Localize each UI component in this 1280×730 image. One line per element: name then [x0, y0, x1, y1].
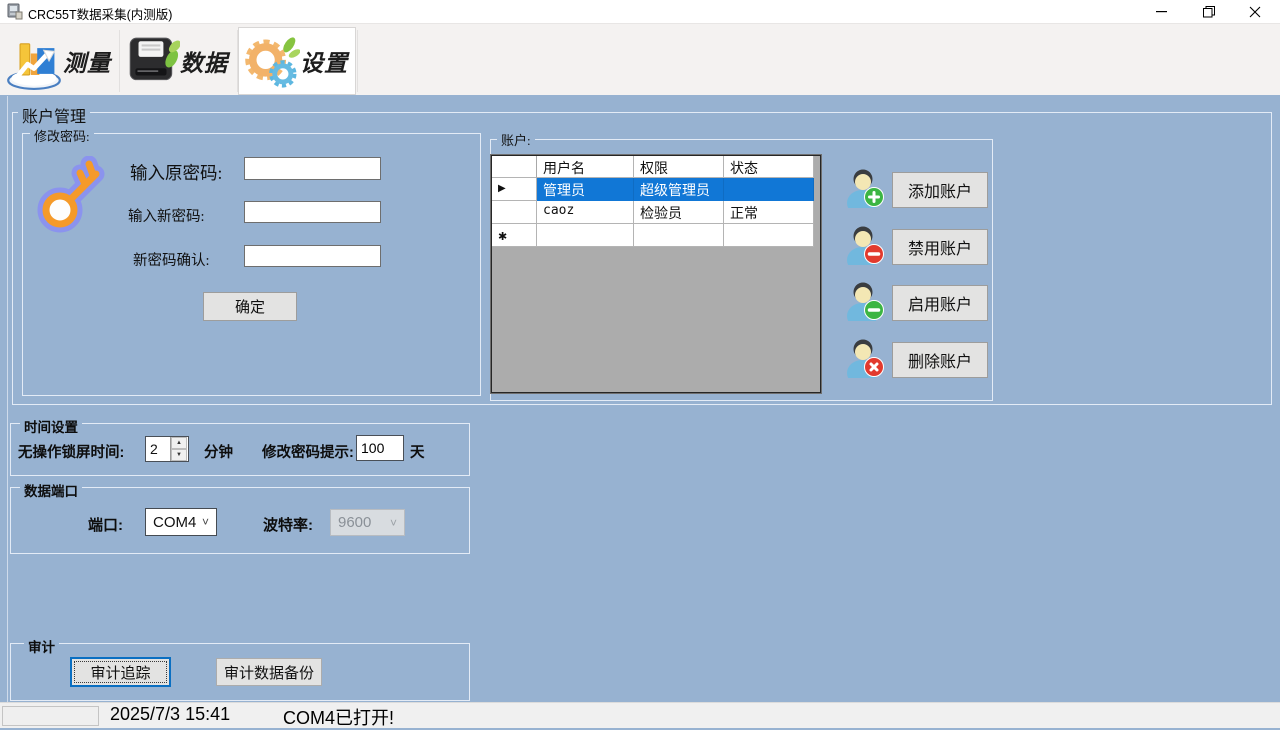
grid-cell-status[interactable]: 正常 — [724, 201, 814, 224]
toolbar-button-data[interactable]: 数据 — [121, 27, 238, 95]
enable-account-label: 启用账户 — [908, 291, 972, 315]
baud-label: 波特率: — [263, 514, 313, 535]
password-hint-field[interactable] — [356, 435, 404, 461]
grid-cell-role[interactable] — [634, 224, 724, 247]
toolbar-separator — [357, 30, 358, 92]
new-password-label: 输入新密码: — [128, 205, 205, 226]
close-icon — [1249, 6, 1261, 18]
port-label: 端口: — [88, 514, 123, 535]
audit-backup-button[interactable]: 审计数据备份 — [216, 658, 322, 686]
minimize-icon — [1156, 6, 1167, 17]
title-bar: CRC55T数据采集(内测版) — [0, 0, 1280, 23]
toolbar-label-settings: 设置 — [300, 44, 348, 78]
user-delete-icon — [846, 337, 884, 378]
group-title-accounts: 账户: — [497, 130, 535, 149]
port-value: COM4 — [153, 514, 196, 531]
grid-new-row[interactable]: ✱ — [492, 224, 820, 247]
grid-cell-status[interactable] — [724, 224, 814, 247]
lock-time-spinner[interactable]: 2 ▲ ▼ — [145, 436, 189, 462]
add-account-button[interactable]: 添加账户 — [892, 172, 988, 208]
key-icon — [36, 156, 108, 234]
status-bar: 2025/7/3 15:41 COM4已打开! — [0, 702, 1280, 728]
maximize-button[interactable] — [1186, 0, 1232, 23]
toolbar-button-settings[interactable]: 设置 — [238, 27, 356, 95]
old-password-label: 输入原密码: — [130, 160, 222, 185]
audit-backup-label: 审计数据备份 — [224, 662, 314, 683]
grid-cell-username[interactable]: caoz — [537, 201, 634, 224]
group-title-time-settings: 时间设置 — [20, 416, 82, 436]
disable-account-label: 禁用账户 — [908, 235, 972, 259]
grid-cell-username[interactable] — [537, 224, 634, 247]
data-floppy-icon — [124, 33, 180, 89]
grid-row-header[interactable] — [492, 201, 537, 224]
chevron-down-icon: ˅ — [390, 516, 397, 530]
baud-value: 9600 — [338, 514, 371, 531]
spinner-down-icon[interactable]: ▼ — [171, 449, 187, 461]
minimize-button[interactable] — [1138, 0, 1184, 23]
toolbar-label-data: 数据 — [180, 44, 228, 78]
window-title: CRC55T数据采集(内测版) — [28, 4, 172, 23]
grid-cell-role[interactable]: 超级管理员 — [634, 178, 724, 201]
restore-icon — [1203, 6, 1215, 18]
settings-gear-icon — [242, 32, 300, 90]
baud-combobox: 9600 ˅ — [330, 509, 405, 536]
lock-time-unit: 分钟 — [204, 441, 233, 462]
accounts-grid: 用户名 权限 状态 ▶ 管理员 超级管理员 caoz 检验员 正常 ✱ — [491, 155, 821, 393]
disable-account-button[interactable]: 禁用账户 — [892, 229, 988, 265]
confirm-password-field[interactable] — [244, 245, 381, 267]
confirm-button[interactable]: 确定 — [203, 292, 297, 321]
spinner-up-icon[interactable]: ▲ — [171, 437, 187, 449]
toolbar-button-measure[interactable]: 测量 — [2, 27, 119, 95]
new-password-field[interactable] — [244, 201, 381, 223]
user-disable-icon — [846, 224, 884, 265]
user-enable-icon — [846, 280, 884, 321]
port-combobox[interactable]: COM4 ˅ — [145, 508, 217, 536]
status-message: COM4已打开! — [283, 704, 394, 730]
grid-cell-username[interactable]: 管理员 — [537, 178, 634, 201]
lock-time-value[interactable]: 2 — [146, 437, 170, 461]
grid-header-row: 用户名 权限 状态 — [492, 156, 820, 178]
app-icon — [6, 3, 23, 20]
user-add-icon — [846, 167, 884, 208]
old-password-field[interactable] — [244, 157, 381, 180]
password-hint-unit: 天 — [410, 441, 425, 462]
add-account-label: 添加账户 — [908, 178, 972, 202]
confirm-password-label: 新密码确认: — [133, 249, 210, 270]
grid-column-status[interactable]: 状态 — [724, 156, 814, 178]
grid-column-username[interactable]: 用户名 — [537, 156, 634, 178]
delete-account-button[interactable]: 删除账户 — [892, 342, 988, 378]
close-button[interactable] — [1232, 0, 1278, 23]
enable-account-button[interactable]: 启用账户 — [892, 285, 988, 321]
panel-border — [7, 96, 8, 702]
toolbar-label-measure: 测量 — [63, 44, 111, 78]
audit-trace-button[interactable]: 审计追踪 — [70, 657, 171, 687]
status-datetime: 2025/7/3 15:41 — [110, 704, 230, 725]
row-selector-arrow-icon[interactable]: ▶ — [492, 178, 537, 201]
grid-corner-cell[interactable] — [492, 156, 537, 178]
group-title-data-port: 数据端口 — [20, 480, 82, 500]
status-panel — [2, 706, 99, 726]
chevron-down-icon: ˅ — [202, 515, 209, 529]
toolbar-separator — [119, 30, 120, 92]
password-hint-label: 修改密码提示: — [262, 441, 354, 462]
grid-row-selected[interactable]: ▶ 管理员 超级管理员 — [492, 178, 820, 201]
grid-column-role[interactable]: 权限 — [634, 156, 724, 178]
toolbar: 测量 数据 设置 — [0, 23, 1280, 95]
new-row-asterisk-icon[interactable]: ✱ — [492, 224, 537, 247]
lock-time-label: 无操作锁屏时间: — [18, 441, 124, 462]
measure-chart-icon — [5, 32, 63, 90]
group-title-change-password: 修改密码: — [30, 126, 94, 145]
group-title-account-management: 账户管理 — [18, 103, 90, 127]
group-title-audit: 审计 — [24, 636, 59, 656]
delete-account-label: 删除账户 — [908, 348, 972, 372]
confirm-button-label: 确定 — [235, 296, 265, 317]
grid-cell-role[interactable]: 检验员 — [634, 201, 724, 224]
grid-row[interactable]: caoz 检验员 正常 — [492, 201, 820, 224]
grid-cell-status[interactable] — [724, 178, 814, 201]
audit-trace-label: 审计追踪 — [90, 662, 150, 683]
